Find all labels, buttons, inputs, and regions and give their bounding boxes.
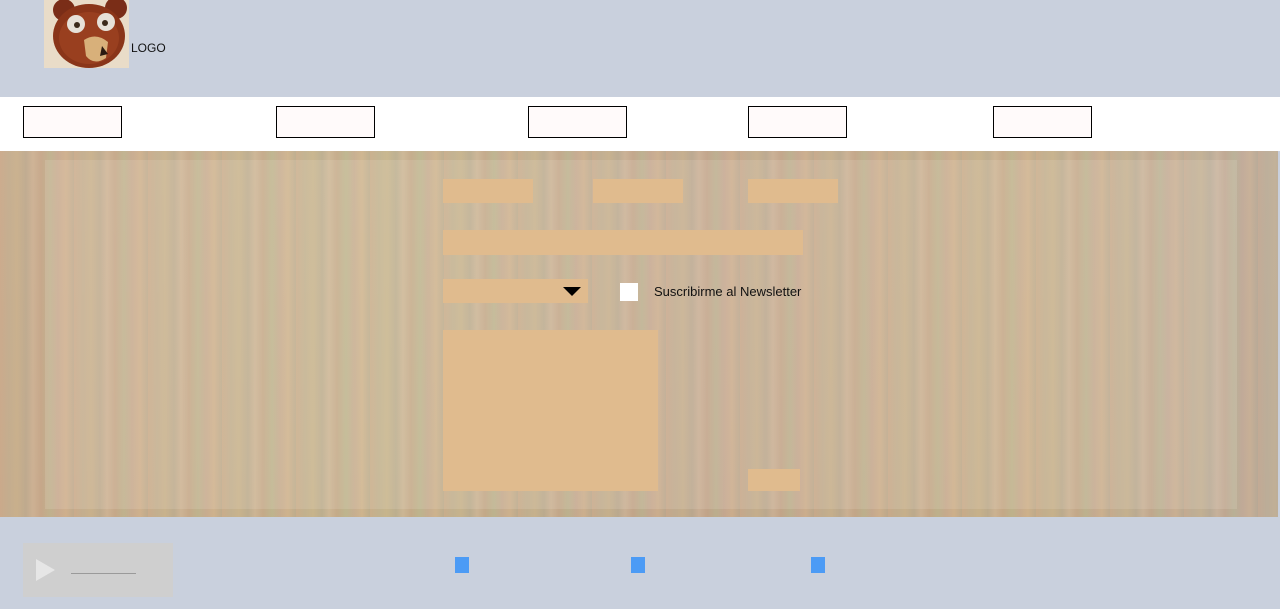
caret-down-icon [563, 287, 581, 296]
media-player[interactable] [23, 543, 173, 597]
logo-text: LOGO [131, 41, 166, 55]
play-icon[interactable] [36, 559, 55, 581]
footer-dot-1[interactable] [455, 557, 469, 573]
progress-track[interactable] [71, 573, 136, 574]
form-field-wide[interactable] [443, 230, 803, 255]
footer-dot-3[interactable] [811, 557, 825, 573]
newsletter-label: Suscribirme al Newsletter [654, 284, 802, 299]
bear-logo-icon[interactable] [44, 0, 129, 68]
form-field-3[interactable] [748, 179, 838, 203]
newsletter-checkbox[interactable] [620, 283, 638, 301]
header: LOGO [0, 0, 1280, 97]
form-field-2[interactable] [593, 179, 683, 203]
submit-button[interactable] [748, 469, 800, 491]
nav-button-4[interactable] [748, 106, 847, 138]
nav-button-2[interactable] [276, 106, 375, 138]
select-dropdown[interactable] [443, 279, 588, 303]
message-textarea[interactable] [443, 330, 658, 491]
nav-bar [0, 97, 1280, 151]
form-field-1[interactable] [443, 179, 533, 203]
nav-button-1[interactable] [23, 106, 122, 138]
nav-button-3[interactable] [528, 106, 627, 138]
footer-dot-2[interactable] [631, 557, 645, 573]
nav-button-5[interactable] [993, 106, 1092, 138]
